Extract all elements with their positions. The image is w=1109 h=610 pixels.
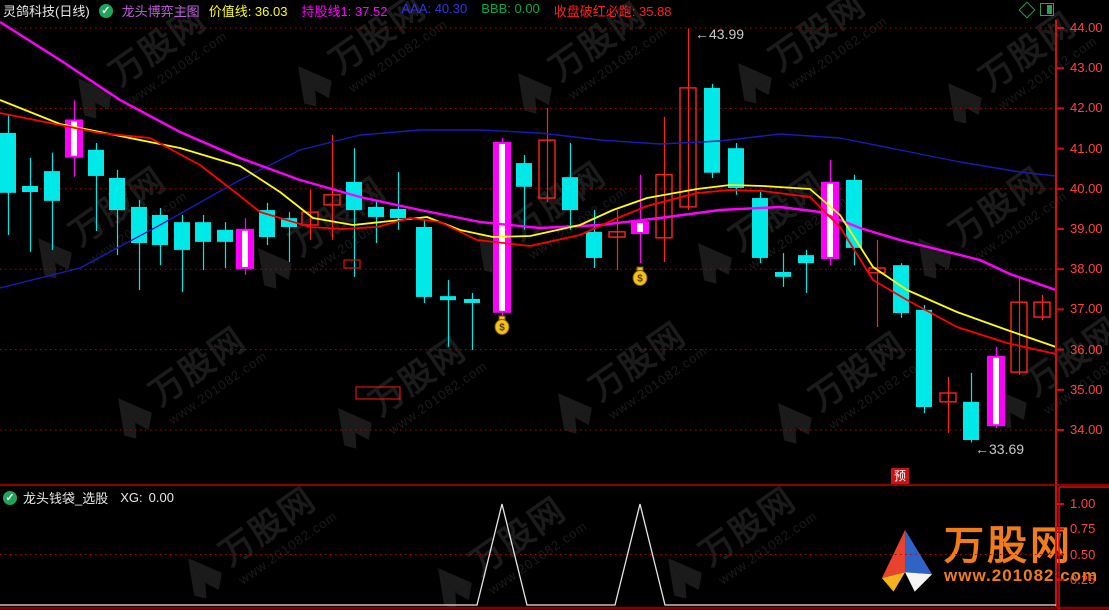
xg-value: 0.00: [149, 490, 174, 505]
candle-body-down: [88, 150, 104, 176]
money-bag-icon: $: [495, 316, 509, 335]
indicator-values: 价值线: 36.03 持股线1: 37.52 AAA: 40.30 BBB: 0.00…: [209, 1, 672, 20]
ma-line-持股线1: [0, 22, 1056, 290]
svg-text:$: $: [637, 274, 643, 285]
indicator-field: 持股线1: 37.52: [301, 1, 387, 20]
xg-signal-line: [0, 504, 1056, 605]
candle-body-down: [44, 171, 60, 201]
candle-body-down: [798, 255, 814, 263]
candle-body-down: [152, 215, 168, 245]
candle-body-down: [368, 207, 384, 217]
candle-body-down: [174, 222, 190, 250]
indicator-field: BBB: 0.00: [481, 1, 540, 20]
candle-body-strong-edge: [77, 120, 82, 156]
corner-icons: [1021, 3, 1054, 16]
candle-body-down: [586, 232, 602, 258]
title-bar: 灵鸽科技(日线) ✓ 龙头博弈主图 价值线: 36.03 持股线1: 37.52 A…: [3, 2, 672, 19]
xg-label: XG:: [120, 490, 142, 505]
candle-body-down: [562, 177, 578, 210]
candle-body-down: [195, 222, 211, 242]
candle-body-down: [464, 299, 480, 303]
sub-indicator-check-icon[interactable]: ✓: [3, 491, 17, 505]
svg-text:$: $: [499, 323, 505, 334]
candle-body-strong-edge: [505, 143, 510, 312]
candle-body-down: [390, 209, 406, 218]
tdx-chart-window: 万股网www.201082.com万股网www.201082.com万股网www…: [0, 0, 1109, 610]
candle-body-down: [704, 88, 720, 173]
indicator-field: AAA: 40.30: [401, 1, 467, 20]
candlestick-chart-canvas[interactable]: $$: [0, 0, 1109, 610]
candle-body-strong-edge: [494, 143, 499, 312]
candle-body-down: [217, 230, 233, 242]
panel-toggle-icon[interactable]: [1040, 3, 1054, 16]
stock-name[interactable]: 灵鸽科技(日线): [3, 1, 90, 20]
indicator-field: 收盘破红必跑: 35.88: [554, 1, 672, 20]
candle-body-strong-edge: [643, 222, 648, 233]
candle-body-down: [416, 227, 432, 297]
candle-body-down: [516, 163, 532, 187]
candle-body-down: [775, 272, 791, 277]
candle-body-down: [109, 178, 125, 210]
candle-body-down: [0, 133, 16, 193]
candle-body-down: [22, 186, 38, 192]
drawing-box: [356, 387, 400, 399]
indicator-check-icon[interactable]: ✓: [99, 4, 113, 18]
diamond-icon[interactable]: [1019, 2, 1036, 19]
candle-body-strong-edge: [988, 357, 993, 425]
drawing-box: [344, 260, 360, 268]
ma-line-AAA: [0, 130, 1056, 288]
candle-body-strong-edge: [248, 230, 253, 268]
sub-indicator-name[interactable]: 龙头钱袋_选股: [23, 488, 108, 507]
indicator-field: 价值线: 36.03: [209, 1, 288, 20]
candle-body-strong-edge: [632, 222, 637, 233]
candle-body-down: [131, 207, 147, 243]
money-bag-icon: $: [633, 267, 647, 286]
candle-body-strong-edge: [237, 230, 242, 268]
candle-body-down: [440, 296, 456, 300]
candle-body-down: [728, 148, 744, 188]
candle-body-strong-edge: [999, 357, 1004, 425]
candle-body-down: [963, 402, 979, 440]
candle-body-strong-edge: [822, 183, 827, 258]
indicator-name[interactable]: 龙头博弈主图: [122, 1, 200, 20]
sub-chart-header: ✓ 龙头钱袋_选股 XG: 0.00: [3, 488, 174, 507]
candle-body-down: [916, 310, 932, 407]
